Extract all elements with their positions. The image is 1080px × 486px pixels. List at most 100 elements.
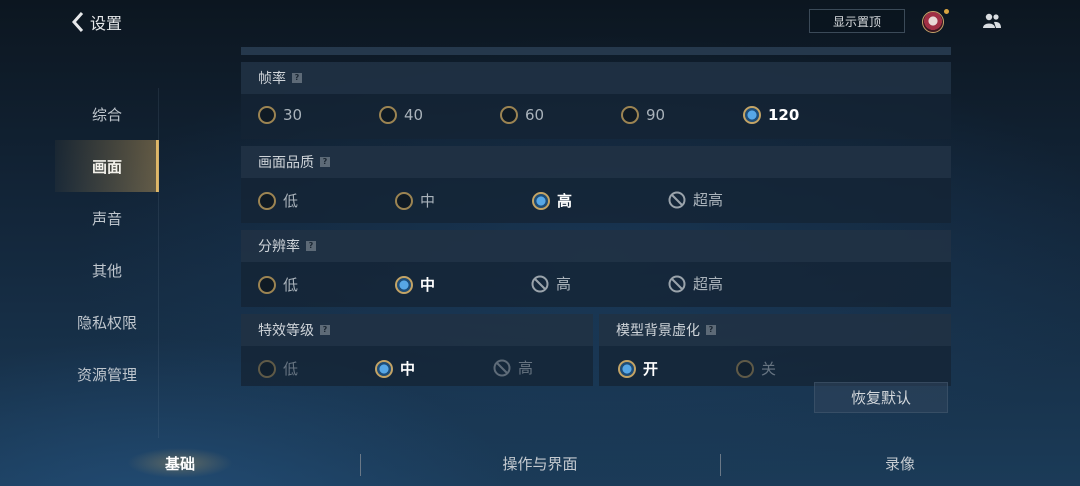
framerate-option-60[interactable]: 60 — [500, 106, 544, 124]
option-label: 30 — [283, 106, 303, 124]
effects-option-low[interactable]: 低 — [258, 358, 298, 379]
chevron-left-icon — [71, 12, 84, 32]
tab-label: 操作与界面 — [502, 454, 578, 473]
tab-controls-ui[interactable]: 操作与界面 — [460, 440, 620, 486]
effects-option-medium[interactable]: 中 — [375, 358, 415, 379]
option-label: 中 — [420, 192, 436, 210]
radio-icon — [258, 191, 276, 210]
sidebar-item-privacy[interactable]: 隐私权限 — [55, 296, 159, 348]
sidebar-item-label: 声音 — [91, 209, 122, 228]
radio-icon — [395, 191, 413, 210]
tab-replay[interactable]: 录像 — [830, 440, 970, 486]
framerate-option-40[interactable]: 40 — [379, 106, 423, 124]
resolution-option-ultra[interactable]: 超高 — [668, 273, 723, 294]
radio-selected-icon — [532, 191, 550, 210]
help-icon[interactable]: ? — [320, 325, 330, 335]
framerate-option-120[interactable]: 120 — [743, 106, 799, 124]
resolution-option-low[interactable]: 低 — [258, 274, 298, 295]
effects-panel: 特效等级? 低 中 高 — [241, 314, 593, 386]
notification-dot — [944, 9, 949, 14]
back-button[interactable]: 设置 — [70, 10, 122, 34]
radio-icon — [258, 106, 276, 124]
framerate-option-30[interactable]: 30 — [258, 106, 302, 124]
tab-label: 基础 — [164, 454, 195, 473]
blur-panel: 模型背景虚化? 开 关 — [599, 314, 951, 386]
blur-option-on[interactable]: 开 — [618, 358, 658, 379]
radio-icon — [258, 275, 276, 294]
framerate-option-90[interactable]: 90 — [621, 106, 665, 124]
section-title: 画面品质 — [258, 155, 314, 171]
quality-option-low[interactable]: 低 — [258, 190, 298, 211]
framerate-panel: 帧率? 30 40 60 90 120 — [241, 62, 951, 139]
option-label: 60 — [525, 106, 545, 124]
effects-header: 特效等级? — [241, 314, 593, 346]
option-label: 高 — [556, 275, 572, 293]
sidebar-item-label: 资源管理 — [76, 365, 137, 384]
resolution-panel: 分辨率? 低 中 高 超高 — [241, 230, 951, 307]
quality-panel: 画面品质? 低 中 高 超高 — [241, 146, 951, 223]
framerate-header: 帧率? — [241, 62, 951, 94]
blur-header: 模型背景虚化? — [599, 314, 951, 346]
disabled-icon — [493, 359, 511, 377]
radio-icon — [621, 106, 639, 124]
scroll-top-strip — [241, 47, 951, 55]
radio-icon — [500, 106, 518, 124]
disabled-icon — [668, 191, 686, 209]
sidebar-item-label: 画面 — [91, 157, 122, 176]
tab-basic[interactable]: 基础 — [110, 440, 250, 486]
section-title: 模型背景虚化 — [616, 323, 700, 339]
quality-header: 画面品质? — [241, 146, 951, 178]
section-title: 分辨率 — [258, 239, 300, 255]
sidebar-item-sound[interactable]: 声音 — [55, 192, 159, 244]
option-label: 高 — [518, 359, 534, 377]
sidebar-item-label: 综合 — [91, 105, 122, 124]
option-label: 低 — [283, 276, 299, 294]
page-title: 设置 — [90, 14, 123, 33]
sidebar-item-graphics[interactable]: 画面 — [55, 140, 159, 192]
effects-option-high[interactable]: 高 — [493, 357, 533, 378]
option-label: 高 — [557, 192, 573, 210]
avatar[interactable] — [922, 11, 944, 33]
option-label: 超高 — [693, 275, 724, 293]
sidebar-item-general[interactable]: 综合 — [55, 88, 159, 140]
settings-sidebar: 综合 画面 声音 其他 隐私权限 资源管理 — [55, 88, 159, 400]
section-title: 特效等级 — [258, 323, 314, 339]
help-icon[interactable]: ? — [306, 241, 316, 251]
radio-selected-icon — [375, 359, 393, 378]
help-icon[interactable]: ? — [292, 73, 302, 83]
tab-label: 录像 — [884, 454, 915, 473]
pin-on-top-button[interactable]: 显示置顶 — [809, 9, 905, 33]
resolution-option-medium[interactable]: 中 — [395, 274, 435, 295]
option-label: 40 — [404, 106, 424, 124]
sidebar-item-resources[interactable]: 资源管理 — [55, 348, 159, 400]
disabled-icon — [531, 275, 549, 293]
option-label: 90 — [646, 106, 666, 124]
radio-icon — [258, 359, 276, 378]
blur-option-off[interactable]: 关 — [736, 358, 776, 379]
option-label: 关 — [761, 360, 777, 378]
section-title: 帧率 — [258, 71, 286, 87]
sidebar-item-label: 隐私权限 — [76, 313, 137, 332]
reset-defaults-button[interactable]: 恢复默认 — [814, 382, 948, 413]
radio-selected-icon — [618, 359, 636, 378]
help-icon[interactable]: ? — [320, 157, 330, 167]
quality-option-ultra[interactable]: 超高 — [668, 189, 723, 210]
option-label: 低 — [283, 192, 299, 210]
radio-selected-icon — [395, 275, 413, 294]
radio-icon — [379, 106, 397, 124]
help-icon[interactable]: ? — [706, 325, 716, 335]
sidebar-divider — [158, 88, 159, 438]
tab-divider — [720, 454, 721, 476]
disabled-icon — [668, 275, 686, 293]
quality-option-medium[interactable]: 中 — [395, 190, 435, 211]
option-label: 中 — [420, 276, 436, 294]
option-label: 120 — [768, 106, 800, 124]
radio-selected-icon — [743, 106, 761, 124]
option-label: 超高 — [693, 191, 724, 209]
sidebar-item-other[interactable]: 其他 — [55, 244, 159, 296]
radio-icon — [736, 359, 754, 378]
resolution-option-high[interactable]: 高 — [531, 273, 571, 294]
quality-option-high[interactable]: 高 — [532, 190, 572, 211]
resolution-header: 分辨率? — [241, 230, 951, 262]
friends-icon[interactable] — [982, 12, 1002, 30]
